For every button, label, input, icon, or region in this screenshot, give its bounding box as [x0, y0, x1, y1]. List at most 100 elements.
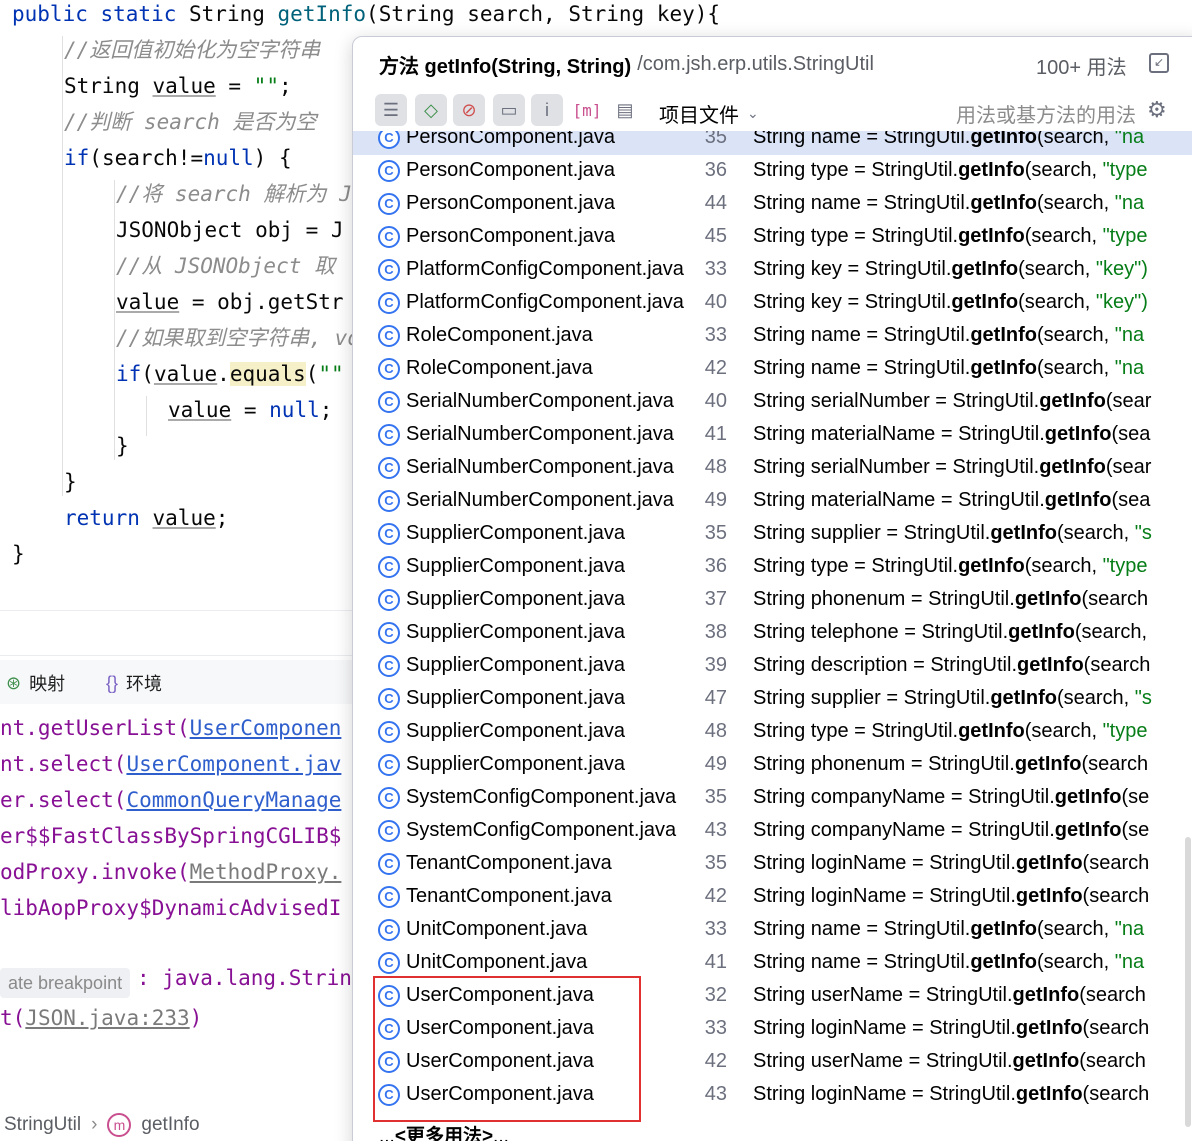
usage-row[interactable]: C SerialNumberComponent.java 40 String seri… — [353, 386, 1192, 419]
code-token: ; — [278, 74, 292, 98]
usage-line-number: 33 — [704, 258, 727, 280]
usage-row[interactable]: C RoleComponent.java 42 String name = Strin… — [353, 353, 1192, 386]
stack-frame[interactable]: odProxy.invoke(MethodProxy. — [0, 856, 341, 892]
usage-code-post: (search, — [1018, 291, 1096, 313]
tab-mapping[interactable]: ⊛ 映射 — [6, 670, 65, 696]
indent-guide — [146, 396, 147, 436]
usage-row[interactable]: C UnitComponent.java 33 String name = Strin… — [353, 914, 1192, 947]
usage-code-method: getInfo — [990, 522, 1057, 544]
usage-row[interactable]: C RoleComponent.java 33 String name = Strin… — [353, 320, 1192, 353]
file-icon[interactable]: ▤ — [609, 94, 641, 126]
class-icon: C — [378, 259, 400, 281]
usage-file: UnitComponent.java — [406, 951, 588, 973]
code-line: value = obj.getStr — [116, 286, 344, 322]
breadcrumb-method[interactable]: getInfo — [141, 1114, 199, 1136]
stack-frame[interactable]: er.select(CommonQueryManage — [0, 784, 341, 820]
usage-file: SerialNumberComponent.java — [406, 390, 674, 412]
usage-code-method: getInfo — [1054, 819, 1122, 841]
usage-row[interactable]: C SupplierComponent.java 47 String supplier… — [353, 683, 1192, 716]
usage-row[interactable]: C SupplierComponent.java 49 String phonenum… — [353, 749, 1192, 782]
usage-code: String type = StringUtil.getInfo(search,… — [753, 555, 1161, 578]
class-icon: C — [378, 292, 400, 314]
more-usages-link[interactable]: ...<更多用法>... — [379, 1121, 509, 1141]
scrollbar[interactable] — [1185, 837, 1191, 1127]
stack-frame-prefix: er.select( — [0, 788, 127, 812]
usage-row[interactable]: C SerialNumberComponent.java 49 String mate… — [353, 485, 1192, 518]
usage-row[interactable]: C PlatformConfigComponent.java 40 String ke… — [353, 287, 1192, 320]
code-line: String value = ""; — [64, 70, 292, 106]
usage-code-post: (search — [1082, 1017, 1150, 1039]
usage-line-number: 45 — [704, 225, 727, 247]
usage-row[interactable]: C PersonComponent.java 35 String name = Str… — [353, 131, 1192, 155]
tab-env[interactable]: {} 环境 — [106, 670, 162, 696]
stack-frame[interactable]: libAopProxy$DynamicAdvisedI — [0, 892, 341, 928]
code-line: value = null; — [168, 394, 332, 430]
usage-row[interactable]: C SerialNumberComponent.java 48 String seri… — [353, 452, 1192, 485]
stack-frame-prefix: er$$FastClassBySpringCGLIB$ — [0, 824, 342, 848]
info-icon[interactable]: i — [531, 94, 563, 126]
usage-row[interactable]: C PlatformConfigComponent.java 33 String ke… — [353, 254, 1192, 287]
exclude-icon[interactable]: ⊘ — [453, 94, 485, 126]
usage-code-method: getInfo — [970, 192, 1037, 214]
usage-code-method: getInfo — [990, 687, 1057, 709]
usage-code-string: "key") — [1095, 258, 1148, 280]
usage-code: String phonenum = StringUtil.getInfo(sea… — [753, 753, 1161, 776]
usage-row[interactable]: C SupplierComponent.java 38 String telephon… — [353, 617, 1192, 650]
stack-frame[interactable]: t(JSON.java:233) — [0, 1002, 202, 1038]
gear-icon[interactable]: ⚙ — [1147, 97, 1167, 123]
usage-code-method: getInfo — [1014, 588, 1082, 610]
usage-code: String type = StringUtil.getInfo(search,… — [753, 225, 1161, 248]
usage-row[interactable]: C SupplierComponent.java 39 String descript… — [353, 650, 1192, 683]
breakpoint-value: : java.lang.Strin — [137, 966, 352, 990]
usage-row[interactable]: C TenantComponent.java 35 String loginName … — [353, 848, 1192, 881]
module-icon[interactable]: ▭ — [493, 94, 525, 126]
usage-code-post: (search, — [1036, 918, 1115, 940]
stack-frame-link[interactable]: JSON.java:233 — [25, 1006, 189, 1030]
navigate-icon[interactable]: ◇ — [415, 94, 447, 126]
scope-selector[interactable]: 项目文件 ⌄ — [659, 99, 759, 128]
code-token: value — [116, 290, 180, 314]
stack-frame[interactable]: nt.select(UserComponent.jav — [0, 748, 341, 784]
usage-code: String supplier = StringUtil.getInfo(sea… — [753, 687, 1161, 710]
breadcrumb-class[interactable]: StringUtil — [0, 1114, 81, 1136]
usage-file: SerialNumberComponent.java — [406, 489, 674, 511]
usage-code-pre: String key = StringUtil. — [753, 258, 952, 280]
usage-row[interactable]: C PersonComponent.java 36 String type = Str… — [353, 155, 1192, 188]
usage-file: SupplierComponent.java — [406, 555, 626, 577]
breakpoint-badge[interactable]: ate breakpoint — [0, 968, 131, 998]
usage-code-method: getInfo — [970, 918, 1037, 940]
stack-frame[interactable]: er$$FastClassBySpringCGLIB$ — [0, 820, 341, 856]
usage-row[interactable]: C SupplierComponent.java 48 String type = S… — [353, 716, 1192, 749]
stack-frame-link[interactable]: MethodProxy. — [190, 860, 342, 884]
usage-code-post: (search, — [1024, 720, 1103, 742]
usage-row[interactable]: C SerialNumberComponent.java 41 String mate… — [353, 419, 1192, 452]
stack-frame-link[interactable]: UserComponent.jav — [126, 752, 341, 776]
usage-code-post: (se — [1121, 786, 1150, 808]
usage-line-number: 42 — [704, 357, 727, 379]
chevron-right-icon: › — [91, 1113, 98, 1135]
usage-row[interactable]: C PersonComponent.java 44 String name = Str… — [353, 188, 1192, 221]
usage-code-method: getInfo — [958, 555, 1025, 577]
usage-row[interactable]: C TenantComponent.java 42 String loginName … — [353, 881, 1192, 914]
usage-row[interactable]: C SupplierComponent.java 35 String supplier… — [353, 518, 1192, 551]
usage-row[interactable]: C SupplierComponent.java 36 String type = S… — [353, 551, 1192, 584]
usage-row[interactable]: C PersonComponent.java 45 String type = Str… — [353, 221, 1192, 254]
usage-row[interactable]: C SystemConfigComponent.java 35 String comp… — [353, 782, 1192, 815]
pin-icon[interactable]: ↙ — [1149, 53, 1169, 73]
method-filter-icon[interactable]: [m] — [571, 94, 603, 126]
usage-code: String type = StringUtil.getInfo(search,… — [753, 159, 1161, 182]
stack-frame-link[interactable]: CommonQueryManage — [126, 788, 341, 812]
usage-code-method: getInfo — [1015, 885, 1083, 907]
stack-frame-link[interactable]: UserComponen — [190, 716, 342, 740]
usage-code-string: "na — [1114, 357, 1145, 379]
merge-lines-icon[interactable]: ☰ — [375, 94, 407, 126]
usage-code-pre: String key = StringUtil. — [753, 291, 952, 313]
usage-file: PersonComponent.java — [406, 192, 616, 214]
usage-file: SupplierComponent.java — [406, 753, 626, 775]
usage-row[interactable]: C SupplierComponent.java 37 String phonenum… — [353, 584, 1192, 617]
class-icon: C — [378, 919, 400, 941]
stack-frame[interactable]: nt.getUserList(UserComponen — [0, 712, 341, 748]
usage-code-pre: String loginName = StringUtil. — [753, 1017, 1016, 1039]
usage-code-pre: String name = StringUtil. — [753, 918, 971, 940]
usage-row[interactable]: C SystemConfigComponent.java 43 String comp… — [353, 815, 1192, 848]
